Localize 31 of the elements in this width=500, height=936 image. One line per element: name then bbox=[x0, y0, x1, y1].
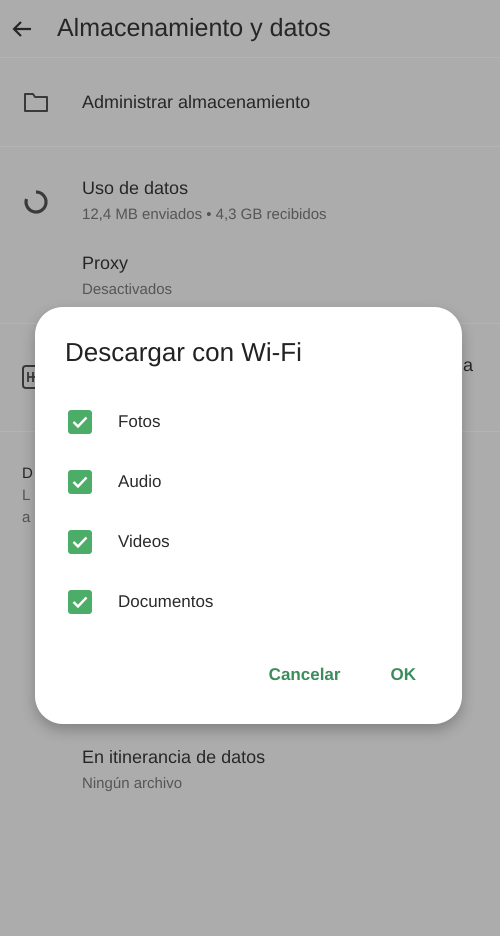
section-heading-fragment: D bbox=[22, 465, 33, 483]
dialog-button[interactable]: OK bbox=[380, 654, 426, 696]
checkbox[interactable] bbox=[68, 590, 92, 614]
setting-title: Uso de datos bbox=[82, 177, 190, 199]
hd-badge-icon bbox=[22, 365, 35, 389]
dialog-button[interactable]: Cancelar bbox=[258, 654, 350, 696]
checkbox[interactable] bbox=[68, 470, 92, 494]
setting-subtitle: 12,4 MB enviados • 4,3 GB recibidos bbox=[82, 206, 327, 224]
check-icon bbox=[72, 416, 88, 428]
folder-icon bbox=[23, 91, 49, 113]
check-icon bbox=[72, 476, 88, 488]
check-icon bbox=[72, 536, 88, 548]
circular-progress-icon bbox=[23, 189, 49, 215]
section-text-fragment: a bbox=[22, 509, 30, 527]
checkbox[interactable] bbox=[68, 530, 92, 554]
setting-title: Proxy bbox=[82, 252, 130, 274]
setting-subtitle: Desactivados bbox=[82, 281, 172, 299]
screen-title: Almacenamiento y datos bbox=[57, 16, 331, 41]
back-arrow-icon[interactable] bbox=[11, 20, 33, 38]
option-label[interactable]: Documentos bbox=[118, 589, 214, 615]
option-label[interactable]: Videos bbox=[118, 529, 170, 555]
setting-title-fragment: a bbox=[463, 354, 474, 376]
setting-title: Administrar almacenamiento bbox=[82, 93, 310, 111]
setting-subtitle: Ningún archivo bbox=[82, 775, 184, 793]
dialog-title: Descargar con Wi-Fi bbox=[65, 339, 303, 365]
option-label[interactable]: Audio bbox=[118, 469, 162, 495]
section-text-fragment: L bbox=[22, 487, 30, 505]
setting-title: En itinerancia de datos bbox=[82, 746, 266, 768]
check-icon bbox=[72, 596, 88, 608]
option-label[interactable]: Fotos bbox=[118, 409, 161, 435]
checkbox[interactable] bbox=[68, 410, 92, 434]
